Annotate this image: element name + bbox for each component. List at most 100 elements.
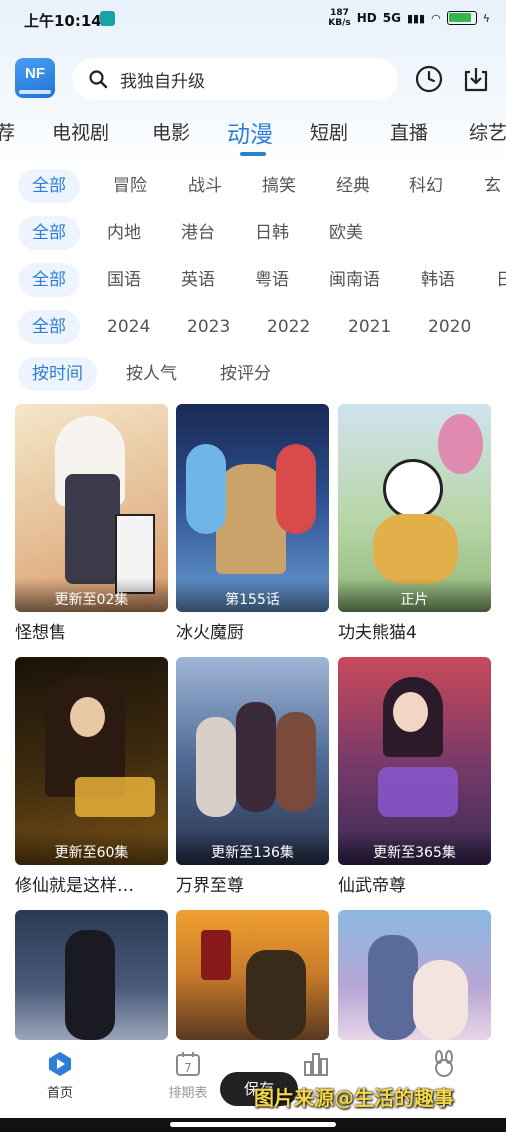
search-icon [89,70,108,89]
filter-region-western[interactable]: 欧美 [329,216,363,250]
sort-by-rating[interactable]: 按评分 [220,357,271,391]
filter-region-hk-tw[interactable]: 港台 [181,216,215,250]
network-speed-value: 187 [330,8,349,18]
network-speed: 187 KB/s [328,8,350,28]
wifi-icon: ◠ [431,11,441,25]
card-title: 功夫熊猫4 [338,623,417,643]
anime-card[interactable]: 正片 功夫熊猫4 [338,404,491,643]
episode-badge: 更新至136集 [176,831,329,865]
signal-5g-indicator: 5G [382,11,401,25]
cellular-signal-icon: ▮▮▮ [406,11,426,25]
anime-card[interactable] [338,910,491,1040]
calendar-icon: 7 [176,1052,200,1076]
search-bar[interactable]: 我独自升级 [72,58,398,100]
category-tabs: 荐 电视剧 电影 动漫 短剧 直播 综艺 [0,110,506,156]
tab-live[interactable]: 直播 [390,118,428,145]
filter-genre-comedy[interactable]: 搞笑 [262,169,296,203]
filter-genre-classic[interactable]: 经典 [336,169,370,203]
sort-by-popularity[interactable]: 按人气 [126,357,177,391]
tab-recommend[interactable]: 荐 [0,118,15,145]
filter-genre-fantasy[interactable]: 玄 [484,169,501,203]
nav-schedule-label: 排期表 [168,1086,208,1101]
filter-lang-minnan[interactable]: 闽南语 [329,263,380,297]
anime-card[interactable]: 更新至60集 修仙就是这样… [15,657,168,896]
active-tab-indicator [240,152,266,156]
app-logo-stripe [19,90,51,94]
poster-image: 更新至60集 [15,657,168,865]
filter-year-2024[interactable]: 2024 [107,310,150,344]
anime-card[interactable]: 更新至365集 仙武帝尊 [338,657,491,896]
bar-chart-icon [304,1053,328,1076]
poster-image: 更新至136集 [176,657,329,865]
home-indicator[interactable] [170,1122,336,1127]
source-watermark: 图片来源@生活的趣事 [254,1086,454,1110]
anime-card[interactable] [15,910,168,1040]
nav-profile[interactable] [404,1050,484,1078]
poster-image: 更新至365集 [338,657,491,865]
poster-image [15,910,168,1040]
filter-lang-all[interactable]: 全部 [18,263,80,297]
network-speed-unit: KB/s [328,18,351,28]
download-icon[interactable] [461,64,491,94]
filter-lang-japanese[interactable]: 日 [496,263,506,297]
notification-app-icon [100,11,115,26]
tab-short-drama[interactable]: 短剧 [310,118,348,145]
nav-home-label: 首页 [46,1086,73,1101]
episode-badge: 正片 [338,578,491,612]
filter-lang-cantonese[interactable]: 粤语 [255,263,289,297]
filter-year-2022[interactable]: 2022 [267,310,310,344]
history-clock-icon[interactable] [414,64,444,94]
episode-badge: 更新至02集 [15,578,168,612]
filter-year-2023[interactable]: 2023 [187,310,230,344]
card-title: 冰火魔厨 [176,623,244,643]
calendar-day: 7 [184,1061,192,1075]
filter-region-mainland[interactable]: 内地 [107,216,141,250]
filter-genre-battle[interactable]: 战斗 [188,169,222,203]
status-bar: 上午10:14 187 KB/s HD 5G ▮▮▮ ◠ ϟ [0,0,506,40]
anime-card[interactable]: 更新至136集 万界至尊 [176,657,329,896]
episode-badge: 更新至60集 [15,831,168,865]
tab-anime[interactable]: 动漫 [227,115,273,149]
poster-image: 第155话 [176,404,329,612]
tab-variety[interactable]: 综艺 [469,118,506,145]
search-placeholder: 我独自升级 [120,71,205,92]
anime-card[interactable]: 第155话 冰火魔厨 [176,404,329,643]
hd-indicator: HD [356,11,377,25]
app-logo[interactable]: NF [15,58,55,98]
filter-year-2021[interactable]: 2021 [348,310,391,344]
poster-image [176,910,329,1040]
filter-year-2020[interactable]: 2020 [428,310,471,344]
bunny-profile-icon [435,1050,453,1077]
filter-region-all[interactable]: 全部 [18,216,80,250]
filter-row-language: 全部 国语 英语 粤语 闽南语 韩语 日 [0,263,506,297]
status-indicators: 187 KB/s HD 5G ▮▮▮ ◠ ϟ [328,8,490,28]
anime-card[interactable]: 更新至02集 怪想售 [15,404,168,643]
sort-by-time[interactable]: 按时间 [18,357,97,391]
filter-row-sort: 按时间 按人气 按评分 [0,357,506,391]
filter-row-genre: 全部 冒险 战斗 搞笑 经典 科幻 玄 [0,169,506,203]
episode-badge: 第155话 [176,578,329,612]
filter-region-jp-kr[interactable]: 日韩 [255,216,289,250]
anime-card[interactable] [176,910,329,1040]
card-title: 万界至尊 [176,876,244,896]
filter-lang-korean[interactable]: 韩语 [421,263,455,297]
app-logo-text: NF [25,65,45,82]
filter-lang-english[interactable]: 英语 [181,263,215,297]
poster-image: 正片 [338,404,491,612]
poster-image: 更新至02集 [15,404,168,612]
nav-schedule[interactable]: 7 排期表 [148,1050,228,1101]
filter-genre-scifi[interactable]: 科幻 [409,169,443,203]
battery-icon [446,11,477,25]
card-title: 仙武帝尊 [338,876,406,896]
filter-genre-all[interactable]: 全部 [18,169,80,203]
filter-row-year: 全部 2024 2023 2022 2021 2020 [0,310,506,344]
filter-year-all[interactable]: 全部 [18,310,80,344]
tab-tv-series[interactable]: 电视剧 [52,118,109,145]
filter-genre-adventure[interactable]: 冒险 [113,169,147,203]
nav-home[interactable]: 首页 [20,1050,100,1101]
card-title: 修仙就是这样… [15,876,134,896]
filter-row-region: 全部 内地 港台 日韩 欧美 [0,216,506,250]
episode-badge: 更新至365集 [338,831,491,865]
tab-movies[interactable]: 电影 [152,118,190,145]
filter-lang-mandarin[interactable]: 国语 [107,263,141,297]
